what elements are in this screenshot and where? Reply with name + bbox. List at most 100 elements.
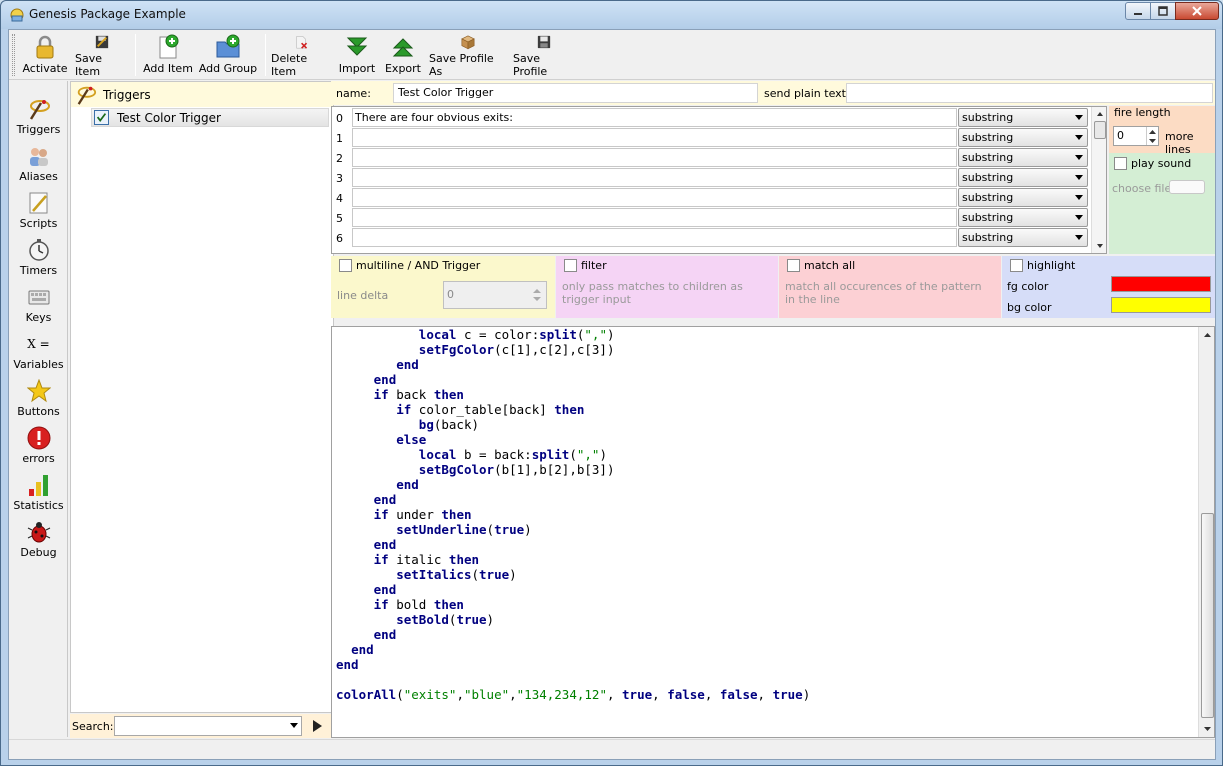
variables-icon: X =	[27, 332, 51, 356]
pattern-type-select[interactable]: substring	[958, 228, 1088, 247]
save-item-icon	[95, 35, 109, 49]
pattern-type-select[interactable]: substring	[958, 148, 1088, 167]
delete-item-button[interactable]: Delete Item	[271, 34, 331, 78]
add-item-label: Add Item	[143, 62, 193, 75]
save-profile-as-button[interactable]: Save Profile As	[429, 34, 507, 78]
pattern-row: 5 substring	[332, 208, 1092, 228]
pattern-input[interactable]	[352, 208, 957, 227]
pattern-type-select[interactable]: substring	[958, 108, 1088, 127]
tree-root-triggers[interactable]: Triggers	[71, 82, 333, 107]
toolbar-grip[interactable]	[12, 34, 15, 76]
code-line: colorAll("exits","blue","134,234,12", tr…	[336, 687, 811, 702]
pattern-type-value: substring	[962, 111, 1014, 124]
fire-length-spinbox[interactable]: 0	[1113, 126, 1159, 146]
code-line: end	[351, 642, 374, 657]
save-item-button[interactable]: Save Item	[75, 34, 129, 78]
search-go-button[interactable]	[310, 718, 324, 734]
save-profile-as-label: Save Profile As	[429, 52, 494, 78]
import-button[interactable]: Import	[337, 34, 377, 78]
add-group-icon	[216, 34, 240, 58]
pattern-type-value: substring	[962, 171, 1014, 184]
spin-down-icon	[1149, 138, 1156, 143]
title-bar[interactable]: Genesis Package Example	[1, 1, 1222, 29]
checked-checkbox-icon[interactable]	[94, 110, 109, 125]
import-label: Import	[338, 62, 376, 75]
sidebar-item-debug[interactable]: Debug	[9, 518, 68, 565]
add-group-label: Add Group	[198, 62, 258, 75]
maximize-button[interactable]	[1150, 2, 1176, 20]
scrollbar-thumb[interactable]	[1201, 513, 1214, 718]
pattern-input[interactable]	[352, 168, 957, 187]
toolbar-separator	[265, 34, 266, 76]
pattern-type-value: substring	[962, 191, 1014, 204]
pattern-type-select[interactable]: substring	[958, 208, 1088, 227]
client-area: Activate Save Item Add Item Add Group De…	[8, 29, 1216, 760]
plain-text-input[interactable]	[846, 83, 1213, 103]
sidebar-label: Scripts	[19, 217, 58, 230]
code-line: setItalics(true)	[396, 567, 517, 582]
match-all-checkbox[interactable]	[787, 259, 800, 272]
pattern-input[interactable]: There are four obvious exits:	[352, 108, 957, 127]
add-group-button[interactable]: Add Group	[197, 34, 259, 78]
pattern-row: 2 substring	[332, 148, 1092, 168]
tree-item-test-color-trigger[interactable]: Test Color Trigger	[91, 108, 329, 127]
chevron-down-icon	[1075, 115, 1083, 120]
multiline-option-panel: multiline / AND Trigger line delta 0	[331, 256, 555, 318]
add-item-button[interactable]: Add Item	[143, 34, 193, 78]
search-input[interactable]	[114, 716, 302, 736]
pattern-type-select[interactable]: substring	[958, 168, 1088, 187]
sidebar-item-scripts[interactable]: Scripts	[9, 189, 68, 236]
highlight-label: highlight	[1027, 259, 1076, 272]
sidebar-label: Statistics	[13, 499, 64, 512]
lua-code[interactable]: local c = color:split(",") setFgColor(c[…	[336, 327, 810, 702]
close-button[interactable]	[1175, 2, 1219, 20]
pattern-input[interactable]	[352, 148, 957, 167]
name-input[interactable]: Test Color Trigger	[393, 83, 758, 103]
filter-description: only pass matches to children as trigger…	[562, 280, 743, 306]
pattern-type-select[interactable]: substring	[958, 188, 1088, 207]
search-dropdown-button[interactable]	[287, 717, 301, 735]
sidebar-item-buttons[interactable]: Buttons	[9, 377, 68, 424]
sidebar-item-errors[interactable]: errors	[9, 424, 68, 471]
toolbar: Activate Save Item Add Item Add Group De…	[9, 30, 1215, 80]
spin-up-button[interactable]	[1146, 127, 1158, 136]
fg-color-swatch[interactable]	[1111, 276, 1211, 292]
pattern-row: 3 substring	[332, 168, 1092, 188]
minimize-icon	[1134, 13, 1142, 15]
save-profile-button[interactable]: Save Profile	[513, 34, 575, 78]
activate-button[interactable]: Activate	[19, 34, 71, 78]
minimize-button[interactable]	[1125, 2, 1151, 20]
multiline-checkbox[interactable]	[339, 259, 352, 272]
scroll-down-icon	[1204, 727, 1211, 731]
pattern-row: 0 There are four obvious exits: substrin…	[332, 108, 1092, 128]
sidebar-item-variables[interactable]: X = Variables	[9, 330, 68, 377]
code-line: setFgColor(c[1],c[2],c[3])	[418, 342, 615, 357]
sidebar-item-statistics[interactable]: Statistics	[9, 471, 68, 518]
pattern-input[interactable]	[352, 128, 957, 147]
sidebar-item-timers[interactable]: Timers	[9, 236, 68, 283]
play-sound-checkbox[interactable]	[1114, 157, 1127, 170]
sidebar-item-triggers[interactable]: Triggers	[9, 95, 68, 142]
pattern-input[interactable]	[352, 188, 957, 207]
spin-down-button[interactable]	[1146, 136, 1158, 145]
pattern-input[interactable]	[352, 228, 957, 247]
choose-file-button[interactable]	[1169, 180, 1205, 194]
sidebar-item-keys[interactable]: Keys	[9, 283, 68, 330]
pattern-type-select[interactable]: substring	[958, 128, 1088, 147]
bg-color-swatch[interactable]	[1111, 297, 1211, 313]
close-icon	[1192, 6, 1202, 16]
code-line: if back then	[373, 387, 464, 402]
sidebar-item-aliases[interactable]: Aliases	[9, 142, 68, 189]
script-editor[interactable]: local c = color:split(",") setFgColor(c[…	[331, 326, 1215, 738]
delete-item-label: Delete Item	[271, 52, 308, 78]
editor-scrollbar[interactable]	[1198, 327, 1214, 737]
line-delta-spinbox[interactable]: 0	[443, 281, 547, 309]
filter-checkbox[interactable]	[564, 259, 577, 272]
export-button[interactable]: Export	[383, 34, 423, 78]
scrollbar-thumb[interactable]	[1094, 121, 1106, 139]
chevron-down-icon	[1075, 215, 1083, 220]
highlight-checkbox[interactable]	[1010, 259, 1023, 272]
pattern-scrollbar[interactable]	[1091, 107, 1106, 253]
scroll-up-icon	[1204, 333, 1211, 337]
